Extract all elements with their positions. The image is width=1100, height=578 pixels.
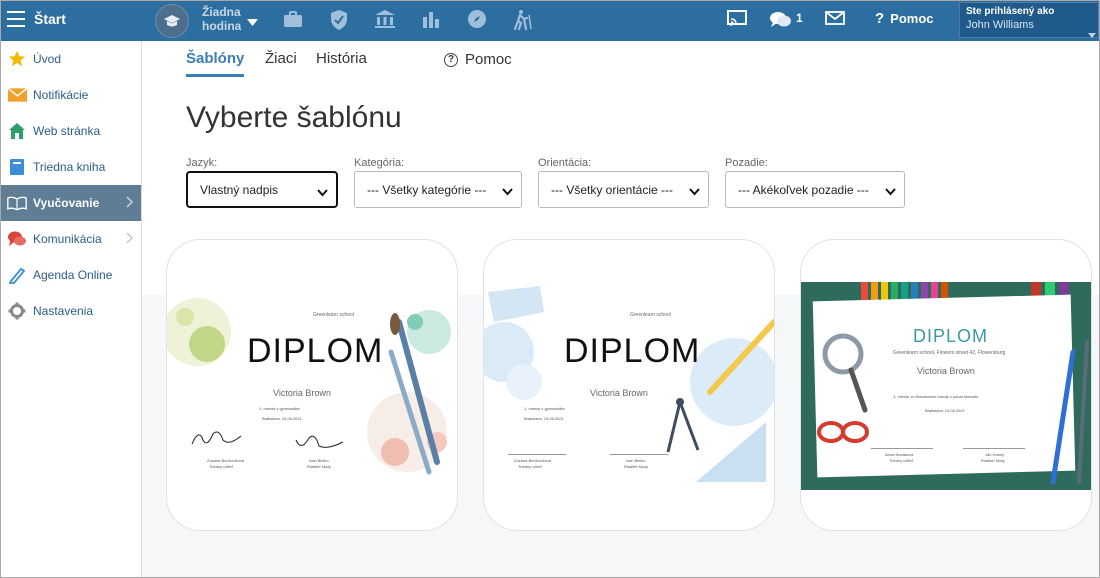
template-card[interactable]: Greenlearn school DIPLOM Victoria Brown … <box>483 239 775 531</box>
messages-count: 1 <box>796 11 803 25</box>
sidebar-item-agenda-online[interactable]: Agenda Online <box>1 257 141 293</box>
signature-left <box>191 431 242 445</box>
bar-chart-icon[interactable] <box>422 9 440 34</box>
start-link[interactable]: Štart <box>34 11 66 27</box>
tab-sablony[interactable]: Šablóny <box>186 50 244 67</box>
hiking-icon[interactable] <box>512 9 534 36</box>
chevron-down-icon <box>317 186 328 200</box>
user-menu[interactable]: Ste prihlásený ako John Williams <box>959 2 1099 38</box>
cast-screen-icon[interactable] <box>727 10 747 33</box>
open-book-icon <box>7 193 27 213</box>
background-filter: Pozadie: --- Akékoľvek pozadie --- <box>725 157 905 208</box>
question-circle-icon: ? <box>444 52 458 67</box>
category-select[interactable]: --- Všetky kategórie --- <box>354 171 522 208</box>
chat-icon <box>7 229 27 249</box>
background-select[interactable]: --- Akékoľvek pozadie --- <box>725 171 905 208</box>
school-supplies-decoration <box>801 282 1091 490</box>
sidebar: Úvod Notifikácie Web stránka Triedna kni… <box>1 41 142 577</box>
signature-right <box>295 435 344 448</box>
app-window: Štart Žiadna hodina 1 ? Pomoc Ste prihlá… <box>0 0 1100 578</box>
diploma-name: Victoria Brown <box>917 366 975 376</box>
orientation-filter: Orientácia: --- Všetky orientácie --- <box>538 157 709 208</box>
category-filter: Kategória: --- Všetky kategórie --- <box>354 157 522 208</box>
diploma-school: Greenlearn school <box>630 312 671 318</box>
star-icon <box>7 49 27 69</box>
active-tab-indicator <box>186 74 244 77</box>
sidebar-item-vyucovanie[interactable]: Vyučovanie <box>1 185 141 221</box>
tab-ziaci[interactable]: Žiaci <box>265 50 297 67</box>
diploma-preview: Greenlearn school DIPLOM Victoria Brown … <box>167 282 457 490</box>
diploma-name: Victoria Brown <box>590 388 648 398</box>
gear-icon <box>7 301 27 321</box>
help-tab-link[interactable]: ? Pomoc <box>444 51 512 68</box>
envelope-icon <box>7 85 27 105</box>
signature-line-right <box>963 448 1025 449</box>
diploma-school: Greenlearn school, Flowers street 42, Fl… <box>893 350 1006 356</box>
hamburger-menu-icon[interactable] <box>7 11 25 27</box>
signature-line-left <box>508 454 566 455</box>
chevron-down-icon[interactable] <box>247 14 258 32</box>
house-icon <box>7 121 27 141</box>
language-select[interactable]: Vlastný nadpis <box>186 171 338 208</box>
diploma-title: DIPLOM <box>564 332 701 370</box>
diploma-name: Victoria Brown <box>273 388 331 398</box>
chevron-down-icon <box>502 185 513 199</box>
tab-historia[interactable]: História <box>316 50 367 67</box>
chevron-right-icon <box>126 196 134 211</box>
book-icon <box>7 157 27 177</box>
language-filter: Jazyk: Vlastný nadpis <box>186 157 338 208</box>
briefcase-icon[interactable] <box>283 9 303 34</box>
chat-bubbles-icon[interactable] <box>769 10 793 35</box>
signature-line-left <box>871 448 933 449</box>
template-card[interactable]: Greenlearn school DIPLOM Victoria Brown … <box>166 239 458 531</box>
template-card[interactable]: DIPLOM Greenlearn school, Flowers street… <box>800 239 1092 531</box>
orientation-select[interactable]: --- Všetky orientácie --- <box>538 171 709 208</box>
envelope-icon[interactable] <box>825 10 845 31</box>
question-icon: ? <box>875 10 885 27</box>
chevron-down-icon <box>689 185 700 199</box>
lesson-selector[interactable]: Žiadna hodina <box>202 5 241 33</box>
graduation-cap-icon[interactable] <box>155 4 189 38</box>
sidebar-item-uvod[interactable]: Úvod <box>1 41 141 77</box>
diploma-title: DIPLOM <box>913 326 989 346</box>
diploma-preview: DIPLOM Greenlearn school, Flowers street… <box>801 282 1091 490</box>
bank-icon[interactable] <box>374 9 396 34</box>
compass-icon[interactable] <box>467 9 487 34</box>
shield-icon[interactable] <box>329 9 349 36</box>
top-bar: Štart Žiadna hodina 1 ? Pomoc Ste prihlá… <box>1 1 1099 41</box>
pencil-icon <box>7 265 27 285</box>
diploma-preview: Greenlearn school DIPLOM Victoria Brown … <box>484 282 774 490</box>
sidebar-item-nastavenia[interactable]: Nastavenia <box>1 293 141 329</box>
chevron-right-icon <box>126 232 134 247</box>
main-content: Šablóny Žiaci História ? Pomoc Vyberte š… <box>142 41 1099 577</box>
sidebar-item-triedna-kniha[interactable]: Triedna kniha <box>1 149 141 185</box>
sidebar-item-web-stranka[interactable]: Web stránka <box>1 113 141 149</box>
chevron-down-icon <box>885 185 896 199</box>
signature-line-right <box>610 454 668 455</box>
sidebar-item-komunikacia[interactable]: Komunikácia <box>1 221 141 257</box>
diploma-title: DIPLOM <box>247 332 384 370</box>
help-link[interactable]: ? Pomoc <box>875 10 934 27</box>
diploma-school: Greenlearn school <box>313 312 354 318</box>
page-title: Vyberte šablónu <box>186 101 402 134</box>
sidebar-item-notifikacie[interactable]: Notifikácie <box>1 77 141 113</box>
